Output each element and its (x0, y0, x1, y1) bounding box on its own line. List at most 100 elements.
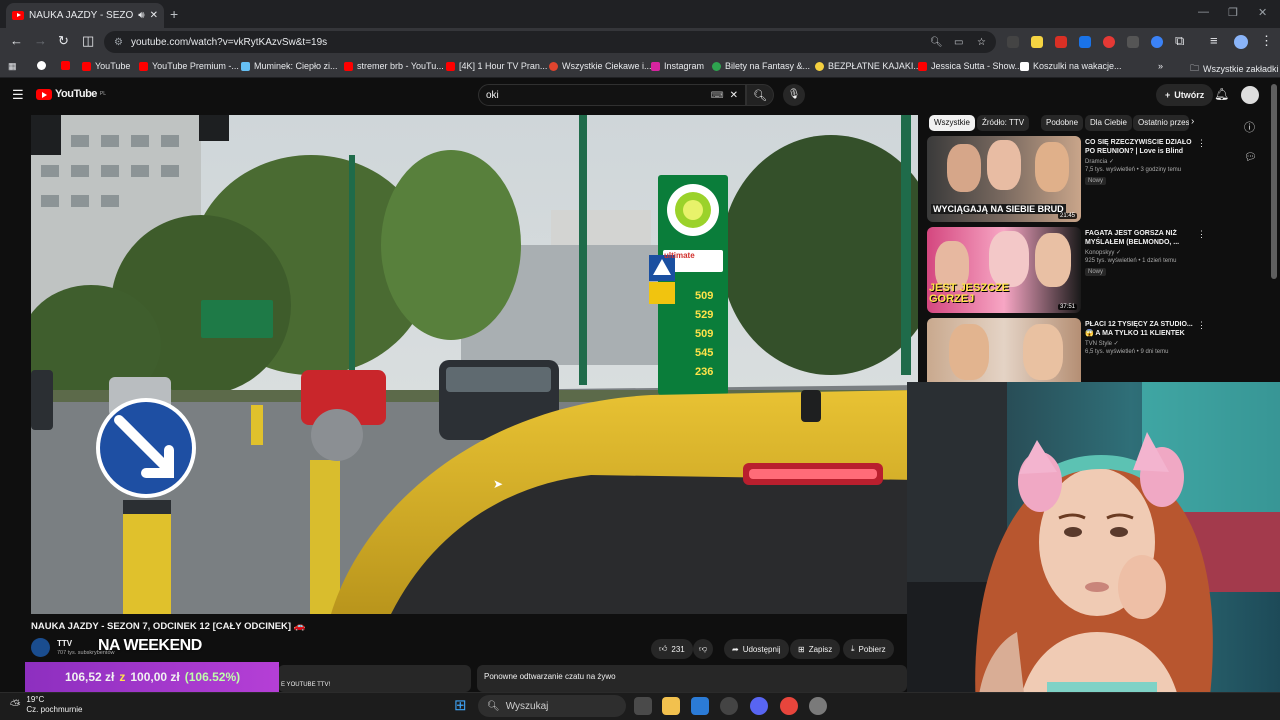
file-explorer-icon[interactable] (662, 697, 680, 715)
info-icon[interactable]: ⓘ (1244, 119, 1255, 135)
chip-for-you[interactable]: Dla Ciebie (1085, 115, 1132, 131)
bookmark-bilety[interactable]: Bilety na Fantasy &... (712, 61, 810, 71)
extension-icon[interactable] (1031, 36, 1043, 48)
settings-gear-icon[interactable] (809, 697, 827, 715)
share-button[interactable]: ➦ Udostępnij (724, 639, 789, 659)
channel-avatar[interactable] (31, 638, 50, 657)
description-box[interactable]: E YOUTUBE TTV! (278, 665, 471, 692)
extensions-puzzle-icon[interactable]: ⧉ (1175, 33, 1184, 49)
profile-avatar-icon[interactable] (1234, 35, 1248, 49)
extension-icon[interactable] (1055, 36, 1067, 48)
dislike-button[interactable]: 👎︎ (693, 639, 714, 659)
fuel-price: 509 (695, 290, 714, 302)
youtube-logo[interactable]: YouTube PL (36, 88, 106, 100)
create-button[interactable]: + Utwórz (1156, 84, 1214, 106)
recommendation-channel[interactable]: TVN Style ✓ (1085, 340, 1119, 347)
back-icon[interactable]: ← (10, 33, 23, 48)
recommendation-channel[interactable]: Dramcia ✓ (1085, 158, 1114, 165)
bookmark-jessica-sutta[interactable]: Jessica Sutta - Show... (918, 61, 1022, 71)
chip-all[interactable]: Wszystkie (929, 115, 975, 131)
cast-icon[interactable]: ▭ (954, 37, 963, 48)
recommendation-meta: 925 tys. wyświetleń • 1 dzień temu (1085, 258, 1177, 264)
extension-icon[interactable] (1151, 36, 1163, 48)
task-view-icon[interactable] (634, 697, 652, 715)
bookmark-icon[interactable] (37, 61, 46, 70)
keyboard-icon[interactable]: ⌨︎ (711, 90, 724, 101)
zoom-icon[interactable]: 🔍︎ (930, 37, 943, 48)
hamburger-menu-icon[interactable]: ☰ (12, 87, 24, 103)
extension-icon[interactable] (1007, 36, 1019, 48)
close-tab-icon[interactable]: ✕ (150, 10, 158, 21)
minimize-icon[interactable]: — (1198, 6, 1209, 18)
recommendation-item[interactable]: WYCIĄGAJĄ NA SIEBIE BRUD 21:45 CO SIĘ RZ… (927, 136, 1207, 222)
bookmark-ciekawe[interactable]: Wszystkie Ciekawe i... (549, 61, 652, 71)
search-button[interactable]: 🔍︎ (746, 84, 774, 106)
video-thumbnail[interactable]: WYCIĄGAJĄ NA SIEBIE BRUD 21:45 (927, 136, 1081, 222)
clear-search-icon[interactable]: ✕ (730, 90, 738, 101)
maximize-icon[interactable]: ❐ (1228, 6, 1238, 19)
more-options-icon[interactable]: ⋮ (1197, 229, 1206, 240)
recommendation-item[interactable]: JEST JESZCZE GORZEJ 37:51 FAGATA JEST GO… (927, 227, 1207, 313)
channel-name[interactable]: TTV (57, 639, 72, 648)
more-options-icon[interactable]: ⋮ (1197, 320, 1206, 331)
recommendation-channel[interactable]: Konopskyy ✓ (1085, 249, 1121, 256)
bookmark-muminek[interactable]: Muminek: Ciepło zi... (241, 61, 338, 71)
fuel-price: 509 (695, 328, 714, 340)
discord-icon[interactable] (750, 697, 768, 715)
site-info-icon[interactable]: ⚙︎ (114, 37, 123, 48)
weather-widget[interactable]: ⛅︎ 19°C Cz. pochmurnie (10, 695, 82, 715)
apps-grid-icon[interactable]: ▦ (8, 61, 17, 72)
save-button[interactable]: ⊞ Zapisz (790, 639, 841, 659)
bookmark-4k-tv[interactable]: [4K] 1 Hour TV Pran... (446, 61, 547, 71)
bookmark-instagram[interactable]: Instagram (651, 61, 704, 71)
chevron-right-icon[interactable]: › (1191, 116, 1194, 127)
app-icon[interactable] (720, 697, 738, 715)
extension-icon[interactable] (1103, 36, 1115, 48)
chip-similar[interactable]: Podobne (1041, 115, 1084, 131)
more-bookmarks-icon[interactable]: » (1158, 61, 1163, 71)
taskbar-search[interactable]: 🔍︎ Wyszukaj (478, 695, 626, 717)
bookmark-kajaki[interactable]: BEZPŁATNE KAJAKI... (815, 61, 921, 71)
store-icon[interactable] (691, 697, 709, 715)
more-options-icon[interactable]: ⋮ (1197, 138, 1206, 149)
new-tab-button[interactable]: + (170, 6, 178, 22)
speaker-icon[interactable]: 🔊︎ (138, 10, 144, 21)
search-input[interactable]: oki ⌨︎ ✕ (478, 84, 746, 106)
notifications-bell-icon[interactable]: 🔔︎ (1214, 87, 1229, 101)
video-thumbnail[interactable]: JEST JESZCZE GORZEJ 37:51 (927, 227, 1081, 313)
split-view-icon[interactable]: ◫ (82, 33, 94, 49)
like-button[interactable]: 👍︎ 231 (651, 639, 693, 659)
forward-icon[interactable]: → (34, 33, 47, 48)
extension-icon[interactable] (1127, 36, 1139, 48)
bookmark-icon[interactable] (61, 61, 70, 70)
recommendation-title[interactable]: PŁACI 12 TYSIĘCY ZA STUDIO... 😱 A MA TYL… (1085, 320, 1195, 338)
extension-icon[interactable] (1079, 36, 1091, 48)
voice-search-mic-icon[interactable]: 🎙︎ (783, 84, 805, 106)
bookmark-stremer-brb[interactable]: stremer brb - YouTu... (344, 61, 444, 71)
weather-condition: Cz. pochmurnie (26, 705, 83, 714)
bookmark-youtube[interactable]: YouTube (82, 61, 130, 71)
windows-start-icon[interactable]: ⊞ (454, 697, 472, 715)
scrollbar[interactable] (1271, 84, 1277, 279)
url-text[interactable]: youtube.com/watch?v=vkRytKAzvSw&t=19s (131, 37, 327, 48)
reading-list-icon[interactable]: ≡ (1210, 33, 1218, 48)
chip-source-ttv[interactable]: Źródło: TTV (977, 115, 1030, 131)
download-button[interactable]: ⤓ Pobierz (843, 639, 894, 659)
account-avatar[interactable] (1241, 86, 1259, 104)
close-window-icon[interactable]: ✕ (1258, 6, 1267, 19)
omnibox[interactable]: ⚙︎ youtube.com/watch?v=vkRytKAzvSw&t=19s… (104, 31, 996, 53)
recommendation-title[interactable]: FAGATA JEST GORSZA NIŻ MYŚLAŁEM (BELMOND… (1085, 229, 1195, 247)
reload-icon[interactable]: ↻ (58, 33, 69, 49)
recommendation-title[interactable]: CO SIĘ RZECZYWIŚCIE DZIAŁO PO REUNION? |… (1085, 138, 1195, 156)
bookmark-youtube-premium[interactable]: YouTube Premium -... (139, 61, 239, 71)
video-player[interactable]: ultimate 509 529 509 545 236 ➤ (31, 115, 918, 614)
chat-icon[interactable]: 💬︎ (1244, 152, 1257, 163)
chip-recently-uploaded[interactable]: Ostatnio przesłane (1133, 115, 1189, 131)
bookmark-koszulki[interactable]: Koszulki na wakacje... (1020, 61, 1122, 71)
all-bookmarks[interactable]: 🗀︎ Wszystkie zakładki (1190, 61, 1279, 77)
bookmark-star-icon[interactable]: ☆ (977, 37, 986, 48)
chat-replay-panel[interactable]: Ponowne odtwarzanie czatu na żywo (477, 665, 907, 692)
kebab-menu-icon[interactable]: ⋮ (1260, 33, 1273, 49)
chrome-icon[interactable] (780, 697, 798, 715)
browser-tab[interactable]: NAUKA JAZDY - SEZON 7, O 🔊︎ ✕ (6, 3, 164, 28)
